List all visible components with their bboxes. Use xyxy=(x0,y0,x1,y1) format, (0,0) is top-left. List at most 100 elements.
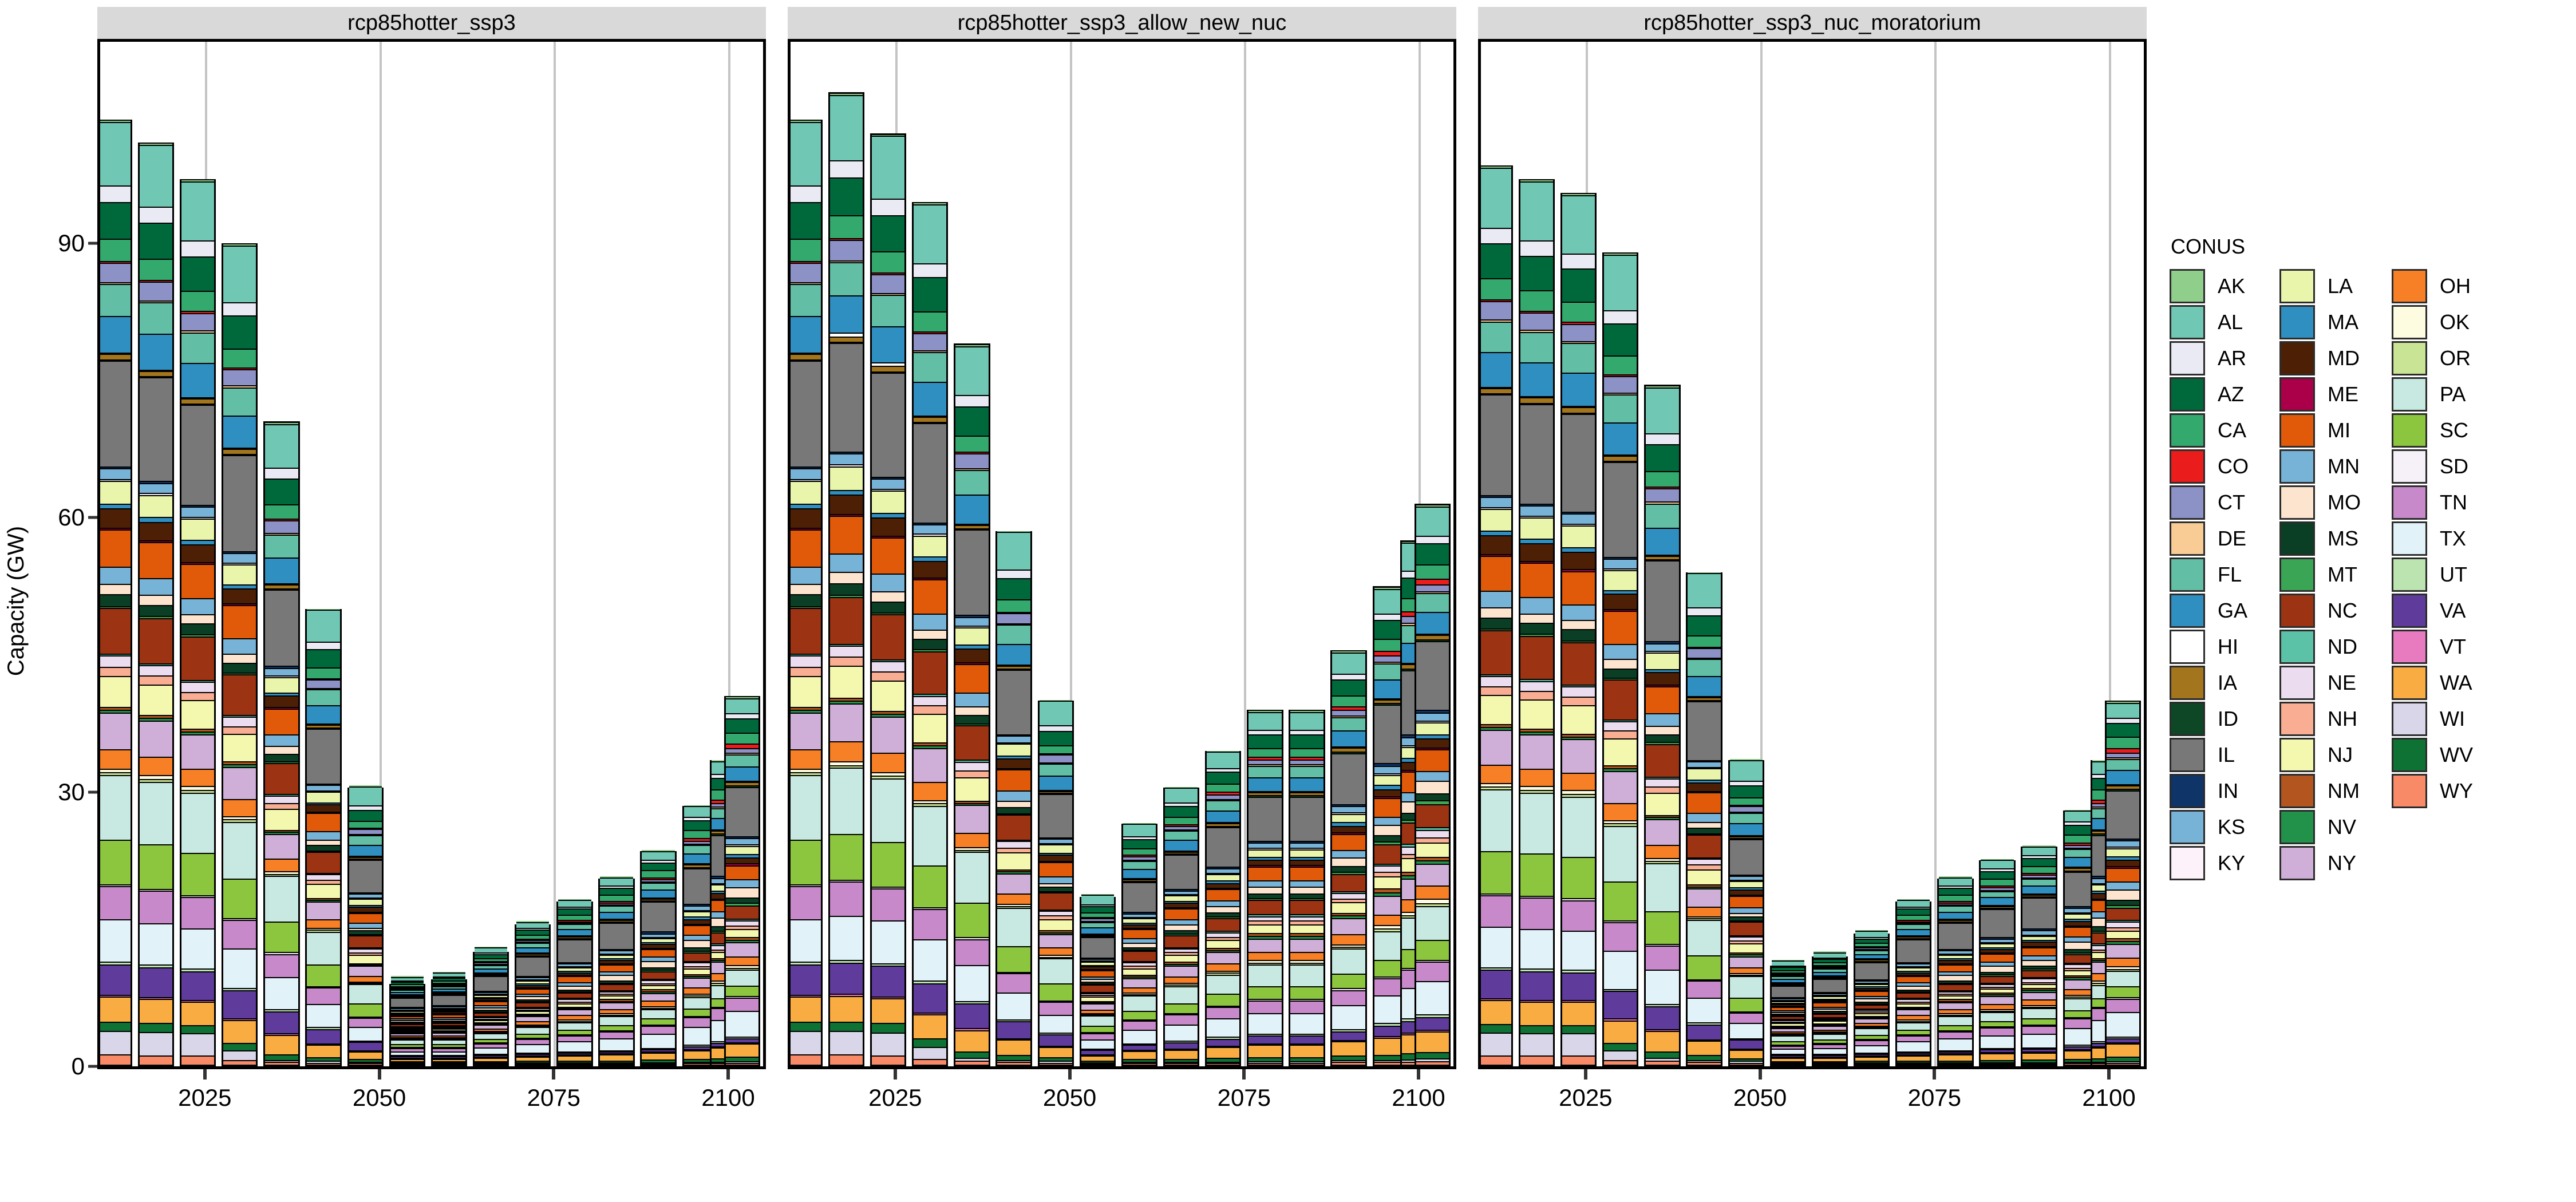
stacked-bar[interactable] xyxy=(1330,650,1367,1066)
legend-item[interactable]: AZ xyxy=(2170,376,2249,412)
legend-item[interactable]: AL xyxy=(2170,304,2249,340)
stacked-bar[interactable] xyxy=(1937,876,1974,1066)
legend-item[interactable]: ID xyxy=(2170,701,2249,737)
stacked-bar[interactable] xyxy=(828,92,865,1066)
stacked-bar[interactable] xyxy=(870,133,907,1066)
stacked-bar[interactable] xyxy=(1481,165,1514,1066)
stacked-bar[interactable] xyxy=(995,531,1032,1066)
legend-item[interactable]: NM xyxy=(2279,773,2361,809)
stacked-bar[interactable] xyxy=(1247,709,1283,1066)
bar-segment xyxy=(725,969,759,986)
legend-item[interactable]: CO xyxy=(2170,448,2249,484)
legend-item[interactable]: MA xyxy=(2279,304,2361,340)
legend-item[interactable]: MT xyxy=(2279,556,2361,592)
stacked-bar[interactable] xyxy=(1205,750,1242,1066)
legend-item[interactable]: ND xyxy=(2279,628,2361,665)
legend-item[interactable]: FL xyxy=(2170,556,2249,592)
legend-item[interactable]: NE xyxy=(2279,665,2361,701)
legend-item[interactable]: SD xyxy=(2392,448,2473,484)
bar-segment xyxy=(1604,659,1637,669)
legend-item[interactable]: WY xyxy=(2392,773,2473,809)
stacked-bar[interactable] xyxy=(515,921,551,1066)
legend-item[interactable]: WV xyxy=(2392,737,2473,773)
stacked-bar[interactable] xyxy=(472,946,509,1066)
legend-item[interactable]: PA xyxy=(2392,376,2473,412)
stacked-bar[interactable] xyxy=(1769,959,1807,1066)
legend-item[interactable]: TN xyxy=(2392,484,2473,520)
legend-item[interactable]: LA xyxy=(2279,268,2361,304)
bar-segment xyxy=(600,923,633,949)
legend-item[interactable]: NH xyxy=(2279,701,2361,737)
stacked-bar[interactable] xyxy=(598,876,635,1066)
stacked-bar[interactable] xyxy=(263,421,300,1066)
stacked-bar[interactable] xyxy=(2104,700,2142,1066)
legend-item[interactable]: MI xyxy=(2279,412,2361,448)
legend-item[interactable]: MD xyxy=(2279,340,2361,376)
legend-item[interactable]: IN xyxy=(2170,773,2249,809)
bar-segment xyxy=(871,920,905,963)
legend-item[interactable]: OK xyxy=(2392,304,2473,340)
legend-item[interactable]: CA xyxy=(2170,412,2249,448)
stacked-bar[interactable] xyxy=(1121,823,1158,1066)
stacked-bar[interactable] xyxy=(100,119,133,1066)
stacked-bar[interactable] xyxy=(1414,504,1451,1066)
stacked-bar[interactable] xyxy=(389,976,426,1066)
stacked-bar[interactable] xyxy=(1979,859,2016,1066)
stacked-bar[interactable] xyxy=(1895,899,1932,1066)
legend-item[interactable]: TX xyxy=(2392,520,2473,556)
stacked-bar[interactable] xyxy=(791,119,823,1066)
bar-segment xyxy=(1207,900,1240,907)
legend-item[interactable]: NC xyxy=(2279,592,2361,628)
legend-item[interactable]: NY xyxy=(2279,845,2361,881)
legend-item[interactable]: MS xyxy=(2279,520,2361,556)
stacked-bar[interactable] xyxy=(1728,759,1764,1066)
legend-item[interactable]: OR xyxy=(2392,340,2473,376)
legend-item[interactable]: IA xyxy=(2170,665,2249,701)
stacked-bar[interactable] xyxy=(640,850,677,1066)
stacked-bar[interactable] xyxy=(1037,699,1074,1066)
legend-item[interactable]: NV xyxy=(2279,809,2361,845)
stacked-bar[interactable] xyxy=(954,343,990,1066)
stacked-bar[interactable] xyxy=(1853,930,1890,1066)
stacked-bar[interactable] xyxy=(724,695,761,1066)
stacked-bar[interactable] xyxy=(556,899,593,1066)
legend-item[interactable]: WA xyxy=(2392,665,2473,701)
legend-item[interactable]: CT xyxy=(2170,484,2249,520)
stacked-bar[interactable] xyxy=(179,179,216,1066)
stacked-bar[interactable] xyxy=(1686,572,1722,1066)
stacked-bar[interactable] xyxy=(1560,192,1597,1066)
legend-item[interactable]: KY xyxy=(2170,845,2249,881)
legend-item[interactable]: DE xyxy=(2170,520,2249,556)
stacked-bar[interactable] xyxy=(305,608,342,1066)
legend-item[interactable]: MO xyxy=(2279,484,2361,520)
legend-item[interactable]: KS xyxy=(2170,809,2249,845)
stacked-bar[interactable] xyxy=(1289,709,1325,1066)
stacked-bar[interactable] xyxy=(912,201,949,1066)
stacked-bar[interactable] xyxy=(1602,252,1639,1066)
stacked-bar[interactable] xyxy=(137,142,175,1066)
legend-item[interactable]: ME xyxy=(2279,376,2361,412)
stacked-bar[interactable] xyxy=(1163,786,1200,1066)
legend-item[interactable]: AR xyxy=(2170,340,2249,376)
legend-item[interactable]: MN xyxy=(2279,448,2361,484)
legend-item[interactable]: IL xyxy=(2170,737,2249,773)
legend-item[interactable]: WI xyxy=(2392,701,2473,737)
legend-item[interactable]: OH xyxy=(2392,268,2473,304)
stacked-bar[interactable] xyxy=(1079,893,1116,1066)
legend-item[interactable]: UT xyxy=(2392,556,2473,592)
stacked-bar[interactable] xyxy=(347,785,384,1066)
stacked-bar[interactable] xyxy=(1811,951,1848,1066)
legend-item[interactable]: VA xyxy=(2392,592,2473,628)
stacked-bar[interactable] xyxy=(1518,179,1555,1066)
legend-item[interactable]: GA xyxy=(2170,592,2249,628)
legend-item[interactable]: AK xyxy=(2170,268,2249,304)
stacked-bar[interactable] xyxy=(430,971,468,1066)
legend-item[interactable]: SC xyxy=(2392,412,2473,448)
stacked-bar[interactable] xyxy=(222,243,258,1066)
stacked-bar[interactable] xyxy=(1644,385,1681,1066)
stacked-bar[interactable] xyxy=(2021,845,2057,1066)
legend-item[interactable]: VT xyxy=(2392,628,2473,665)
bar-segment xyxy=(1481,607,1512,618)
legend-item[interactable]: NJ xyxy=(2279,737,2361,773)
legend-item[interactable]: HI xyxy=(2170,628,2249,665)
